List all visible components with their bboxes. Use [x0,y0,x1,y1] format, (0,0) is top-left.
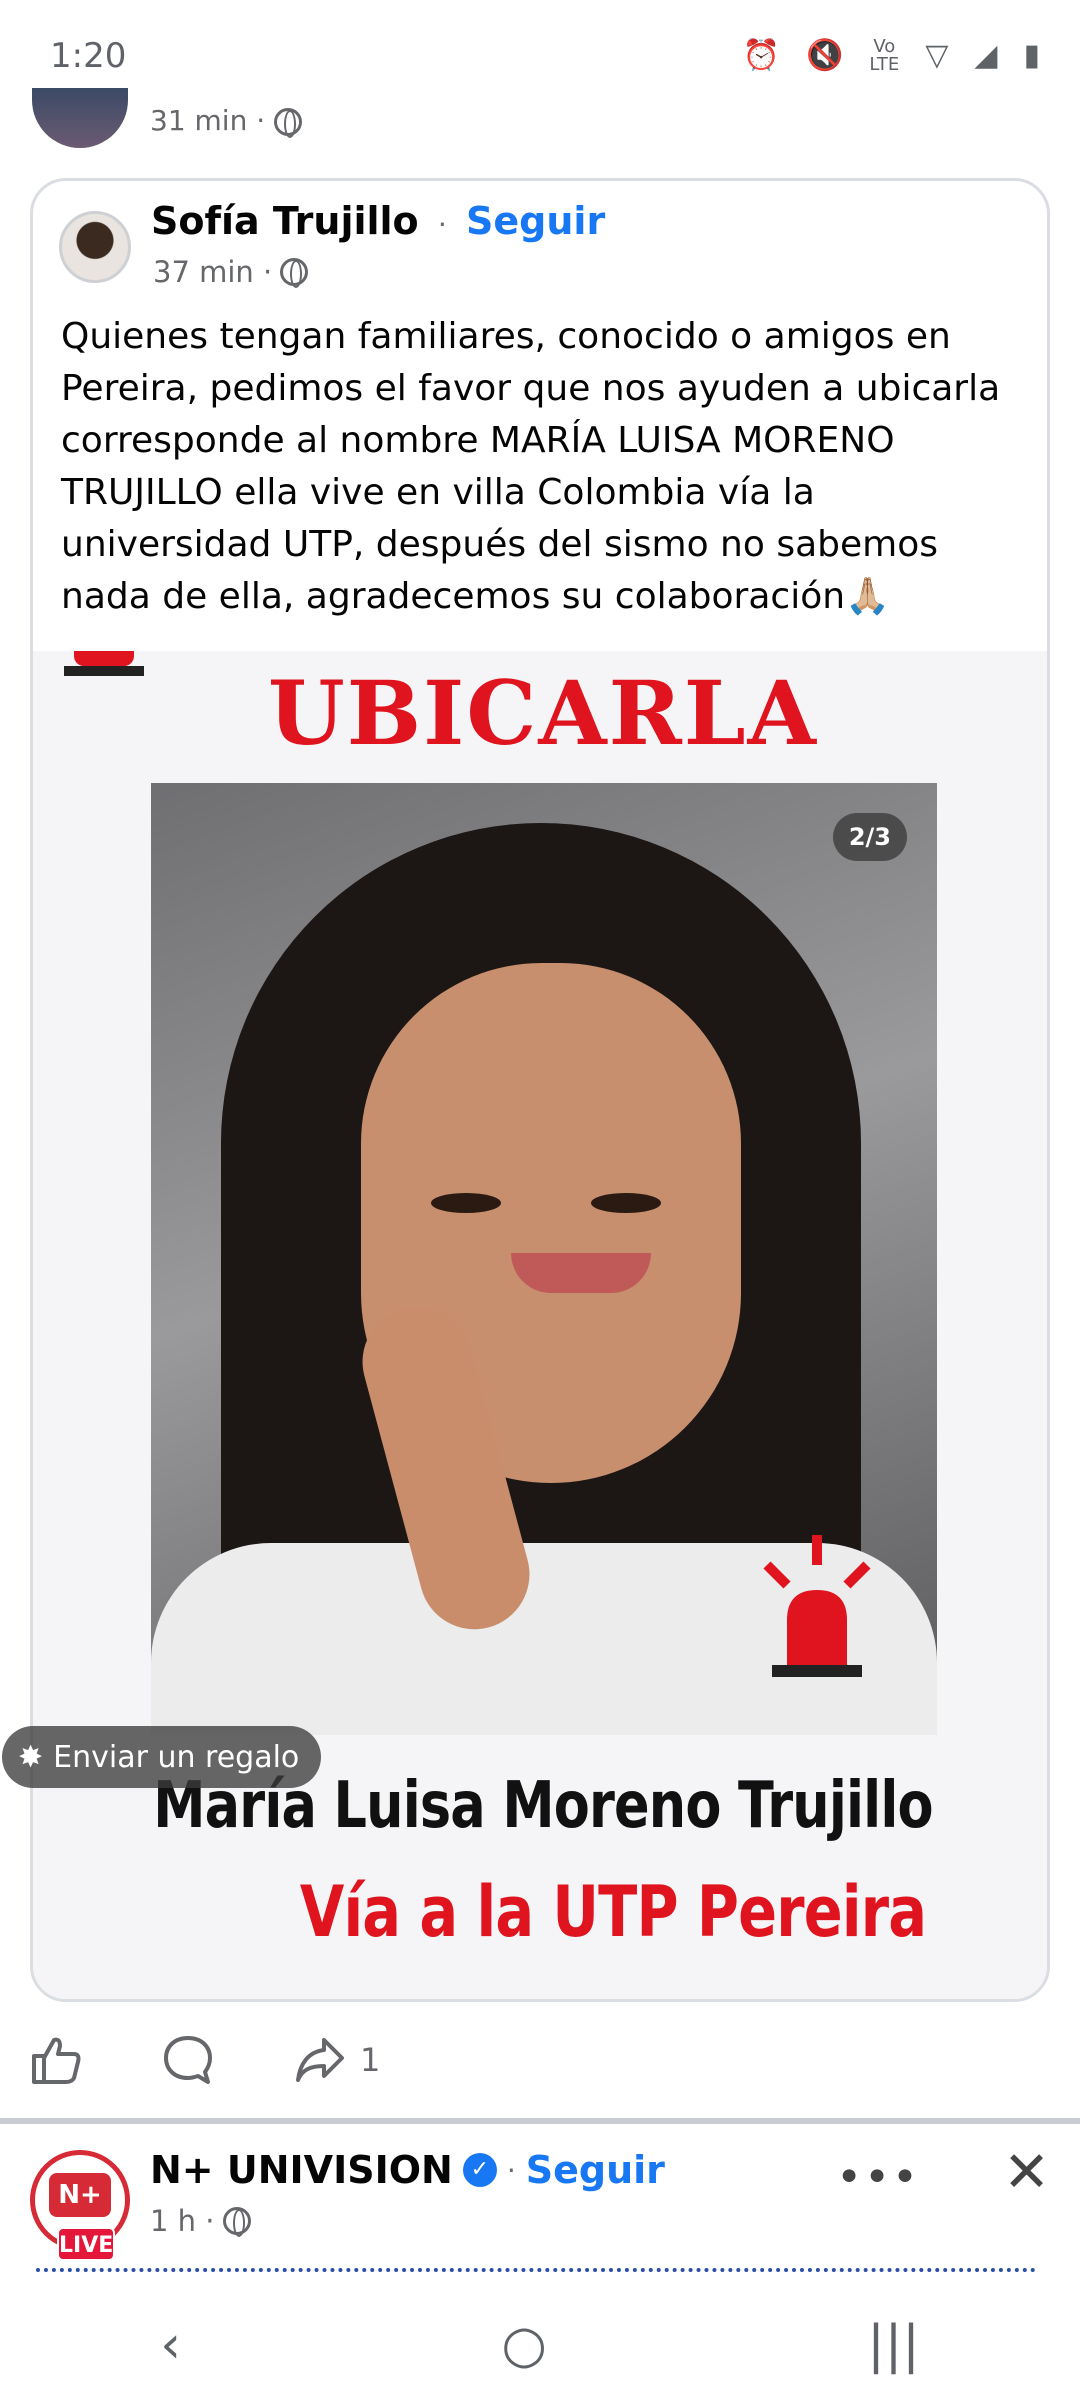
navigation-bar: ‹ ○ ||| [0,2290,1080,2400]
globe-icon [222,2207,251,2237]
status-bar: 1:20 ⏰ 🔇 Vo LTE ▽ ◢ ▮ [0,0,1080,110]
comment-button[interactable] [162,2034,214,2086]
author-avatar[interactable] [59,211,131,283]
mute-icon: 🔇 [805,38,844,73]
next-post-author-line: N+ UNIVISION ✓ · Seguir [150,2148,665,2192]
status-icons: ⏰ 🔇 Vo LTE ▽ ◢ ▮ [743,38,1040,74]
shared-post-header: Sofía Trujillo · Seguir 37 min · [33,181,1047,311]
gift-icon: ✸ [18,1739,44,1775]
close-icon[interactable]: ✕ [1003,2140,1050,2205]
next-post-author[interactable]: N+ UNIVISION [150,2148,453,2192]
signal-icon: ◢ [974,38,998,73]
previous-post-avatar[interactable] [32,88,128,148]
comment-icon [164,2036,212,2084]
person-photo: 2/3 [151,783,937,1735]
send-gift-label: Enviar un regalo [53,1739,300,1775]
verified-badge-icon: ✓ [462,2153,497,2187]
missing-person-location: Vía a la UTP Pereira [299,1871,927,1953]
back-icon[interactable]: ‹ [160,2315,181,2375]
univision-logo: N+ [49,2173,111,2217]
share-count: 1 [360,2041,381,2079]
siren-icon [763,1535,871,1677]
thumbs-up-icon [32,2037,81,2084]
post-actions: 1 [30,2020,380,2100]
send-gift-button[interactable]: ✸ Enviar un regalo [2,1726,322,1788]
image-title: UBICARLA [268,661,818,765]
globe-icon [274,108,303,138]
follow-button[interactable]: Seguir [526,2148,665,2192]
image-counter-badge: 2/3 [832,813,907,861]
univision-avatar[interactable]: N+ LIVE [30,2150,130,2261]
alarm-icon: ⏰ [742,38,780,73]
status-time: 1:20 [50,36,127,76]
home-icon[interactable]: ○ [501,2315,546,2375]
volte-icon: Vo LTE [869,36,900,75]
post-divider [0,2118,1080,2124]
follow-button[interactable]: Seguir [466,199,605,243]
post-time: 37 min · [153,255,309,289]
previous-post-time: 31 min · [150,104,303,138]
wifi-icon: ▽ [925,38,949,73]
post-image[interactable]: UBICARLA 2/3 María Luisa Moreno Trujillo… [33,651,1047,1999]
globe-icon [280,258,309,288]
separator: · [437,208,447,241]
share-icon [296,2038,344,2082]
battery-icon: ▮ [1023,38,1040,73]
live-badge: LIVE [57,2227,115,2261]
author-name[interactable]: Sofía Trujillo [151,199,419,243]
post-text: Quienes tengan familiares, conocido o am… [61,316,1001,617]
more-options-icon[interactable]: ••• [836,2152,920,2203]
author-line: Sofía Trujillo · Seguir [151,199,605,243]
separator: · [506,2153,516,2187]
share-button[interactable]: 1 [294,2034,380,2086]
next-post-time: 1 h · [150,2204,251,2238]
like-button[interactable] [30,2034,82,2086]
recents-icon[interactable]: ||| [867,2315,920,2375]
next-post-text-cut [36,2268,1036,2282]
